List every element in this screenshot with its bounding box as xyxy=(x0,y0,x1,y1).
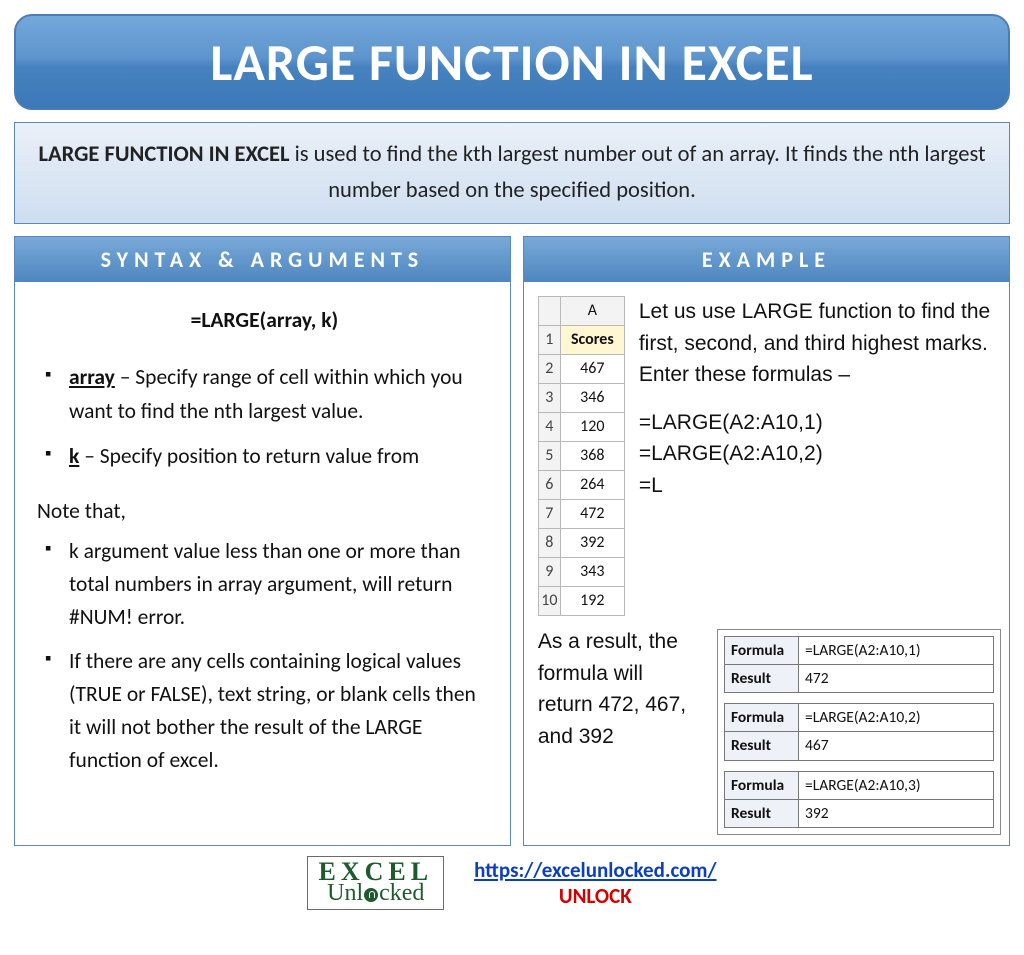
lock-icon xyxy=(364,888,378,902)
note-item: If there are any cells containing logica… xyxy=(43,645,492,778)
logo: EXCEL Unlcked xyxy=(307,856,444,910)
example-formula: =LARGE(A2:A10,2) xyxy=(639,438,995,470)
footer-url[interactable]: https://excelunlocked.com/ xyxy=(474,857,716,883)
row-header: 4 xyxy=(538,413,560,442)
arg-name: k xyxy=(69,443,79,469)
scores-table: A 1Scores 2467 3346 4120 5368 6264 7472 … xyxy=(538,296,625,616)
example-formula-partial: =L xyxy=(639,470,995,502)
example-header: EXAMPLE xyxy=(524,237,1009,282)
rt-result: 467 xyxy=(799,732,994,760)
arg-item: k – Specify position to return value fro… xyxy=(43,440,492,473)
example-result-text: As a result, the formula will return 472… xyxy=(538,626,688,752)
rt-formula: =LARGE(A2:A10,1) xyxy=(799,636,994,664)
score-cell: 346 xyxy=(560,384,624,413)
row-header: 9 xyxy=(538,558,560,587)
note-heading: Note that, xyxy=(37,495,492,528)
row-header: 2 xyxy=(538,355,560,384)
arg-name: array xyxy=(69,364,115,390)
rt-label: Formula xyxy=(725,704,799,732)
intro-lead: LARGE FUNCTION IN EXCEL xyxy=(38,141,289,168)
example-panel: EXAMPLE A 1Scores 2467 3346 4120 5368 62… xyxy=(523,236,1010,846)
col-header: A xyxy=(560,297,624,326)
logo-line2: Unlcked xyxy=(318,881,433,905)
example-intro-text: Let us use LARGE function to find the fi… xyxy=(639,296,995,391)
rt-label: Result xyxy=(725,664,799,692)
rt-formula: =LARGE(A2:A10,3) xyxy=(799,771,994,799)
syntax-header: SYNTAX & ARGUMENTS xyxy=(15,237,510,282)
page-title: LARGE FUNCTION IN EXCEL xyxy=(26,30,998,94)
row-header: 10 xyxy=(538,587,560,616)
result-table: Formula=LARGE(A2:A10,2) Result467 xyxy=(724,703,994,761)
rt-label: Formula xyxy=(725,771,799,799)
arg-item: array – Specify range of cell within whi… xyxy=(43,361,492,428)
rt-label: Result xyxy=(725,799,799,827)
result-tables-box: Formula=LARGE(A2:A10,1) Result472 Formul… xyxy=(717,629,1001,836)
title-banner: LARGE FUNCTION IN EXCEL xyxy=(14,14,1010,110)
footer: EXCEL Unlcked https://excelunlocked.com/… xyxy=(14,856,1010,910)
result-table: Formula=LARGE(A2:A10,1) Result472 xyxy=(724,636,994,694)
syntax-panel: SYNTAX & ARGUMENTS =LARGE(array, k) arra… xyxy=(14,236,511,846)
intro-rest: is used to find the kth largest number o… xyxy=(290,141,986,204)
score-cell: 192 xyxy=(560,587,624,616)
rt-label: Formula xyxy=(725,636,799,664)
score-cell: 392 xyxy=(560,529,624,558)
example-formula: =LARGE(A2:A10,1) xyxy=(639,407,995,439)
arg-desc: – Specify range of cell within which you… xyxy=(69,364,463,423)
syntax-formula: =LARGE(array, k) xyxy=(37,304,492,337)
intro-box: LARGE FUNCTION IN EXCEL is used to find … xyxy=(14,122,1010,224)
rt-result: 392 xyxy=(799,799,994,827)
scores-header-cell: Scores xyxy=(560,326,624,355)
score-cell: 472 xyxy=(560,500,624,529)
rt-formula: =LARGE(A2:A10,2) xyxy=(799,704,994,732)
row-header: 3 xyxy=(538,384,560,413)
score-cell: 264 xyxy=(560,471,624,500)
footer-unlock: UNLOCK xyxy=(474,883,716,909)
row-header: 7 xyxy=(538,500,560,529)
score-cell: 343 xyxy=(560,558,624,587)
score-cell: 120 xyxy=(560,413,624,442)
result-table: Formula=LARGE(A2:A10,3) Result392 xyxy=(724,771,994,829)
row-header: 1 xyxy=(538,326,560,355)
rt-label: Result xyxy=(725,732,799,760)
score-cell: 368 xyxy=(560,442,624,471)
rt-result: 472 xyxy=(799,664,994,692)
row-header: 8 xyxy=(538,529,560,558)
arg-desc: – Specify position to return value from xyxy=(79,443,419,469)
note-item: k argument value less than one or more t… xyxy=(43,535,492,635)
row-header: 6 xyxy=(538,471,560,500)
row-header: 5 xyxy=(538,442,560,471)
table-corner xyxy=(538,297,560,326)
score-cell: 467 xyxy=(560,355,624,384)
